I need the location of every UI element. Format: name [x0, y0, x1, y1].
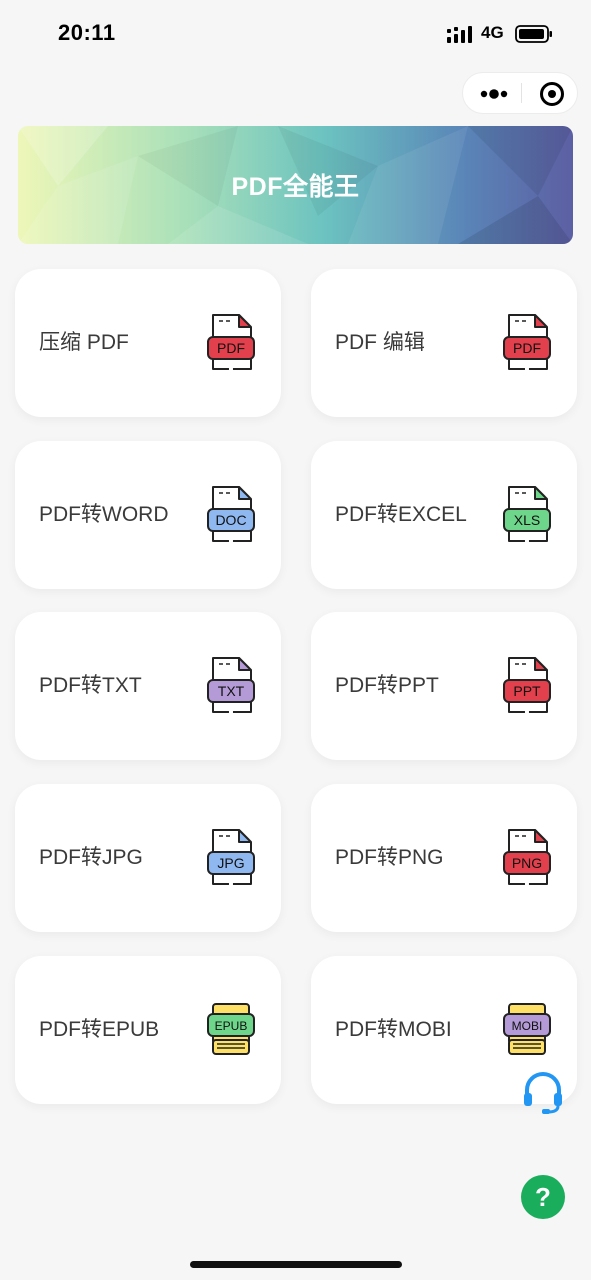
tool-card[interactable]: PDF转JPG JPG	[15, 784, 281, 932]
status-bar: 20:11 4G	[0, 0, 591, 66]
help-icon: ?	[535, 1181, 551, 1212]
tool-card[interactable]: PDF转WORD DOC	[15, 441, 281, 589]
file-type-badge: PDF	[217, 340, 245, 356]
xls-file-icon: XLS	[503, 486, 551, 542]
tool-card-label: PDF转PPT	[335, 674, 439, 697]
file-type-badge: MOBI	[512, 1019, 543, 1033]
jpg-file-icon: JPG	[207, 829, 255, 885]
tool-card-label: PDF转WORD	[39, 503, 169, 526]
tool-card[interactable]: PDF转EXCEL XLS	[311, 441, 577, 589]
battery-icon	[515, 25, 552, 43]
file-type-badge: PPT	[513, 683, 541, 699]
file-type-badge: EPUB	[215, 1019, 248, 1033]
home-indicator	[190, 1261, 402, 1268]
epub-book-icon: EPUB	[207, 1003, 255, 1055]
tool-card-label: PDF转JPG	[39, 846, 143, 869]
tool-card-label: PDF转PNG	[335, 846, 444, 869]
close-miniprogram-icon[interactable]	[522, 73, 579, 113]
png-file-icon: PNG	[503, 829, 551, 885]
help-button[interactable]: ?	[521, 1175, 565, 1219]
tool-card-label: PDF 编辑	[335, 331, 425, 354]
txt-file-icon: TXT	[207, 657, 255, 713]
tool-card-label: PDF转MOBI	[335, 1018, 452, 1041]
tool-card[interactable]: PDF转EPUB EPUB	[15, 956, 281, 1104]
mobi-book-icon: MOBI	[503, 1003, 551, 1055]
app-banner: PDF全能王	[18, 126, 573, 244]
tool-card-label: PDF转EXCEL	[335, 503, 467, 526]
tool-card-label: 压缩 PDF	[39, 331, 129, 354]
file-type-badge: TXT	[218, 683, 245, 699]
pdf-file-icon: PDF	[207, 314, 255, 370]
pdf-file-icon: PDF	[503, 314, 551, 370]
tool-card-label: PDF转EPUB	[39, 1018, 160, 1041]
doc-file-icon: DOC	[207, 486, 255, 542]
tool-card[interactable]: PDF转PNG PNG	[311, 784, 577, 932]
more-options-icon[interactable]	[463, 73, 521, 113]
file-type-badge: PDF	[513, 340, 541, 356]
customer-service-icon[interactable]	[522, 1070, 564, 1116]
app-title: PDF全能王	[231, 173, 360, 201]
file-type-badge: JPG	[217, 855, 244, 871]
file-type-badge: XLS	[514, 512, 540, 528]
tool-card[interactable]: 压缩 PDF PDF	[15, 269, 281, 417]
network-type: 4G	[481, 23, 504, 42]
signal-icon	[447, 26, 472, 43]
file-type-badge: DOC	[215, 512, 246, 528]
tool-card[interactable]: PDF转TXT TXT	[15, 612, 281, 760]
file-type-badge: PNG	[512, 855, 542, 871]
ppt-file-icon: PPT	[503, 657, 551, 713]
tool-card[interactable]: PDF转PPT PPT	[311, 612, 577, 760]
miniprogram-capsule	[462, 72, 578, 114]
tool-card-label: PDF转TXT	[39, 674, 142, 697]
tool-card[interactable]: PDF 编辑 PDF	[311, 269, 577, 417]
status-time: 20:11	[58, 20, 116, 45]
